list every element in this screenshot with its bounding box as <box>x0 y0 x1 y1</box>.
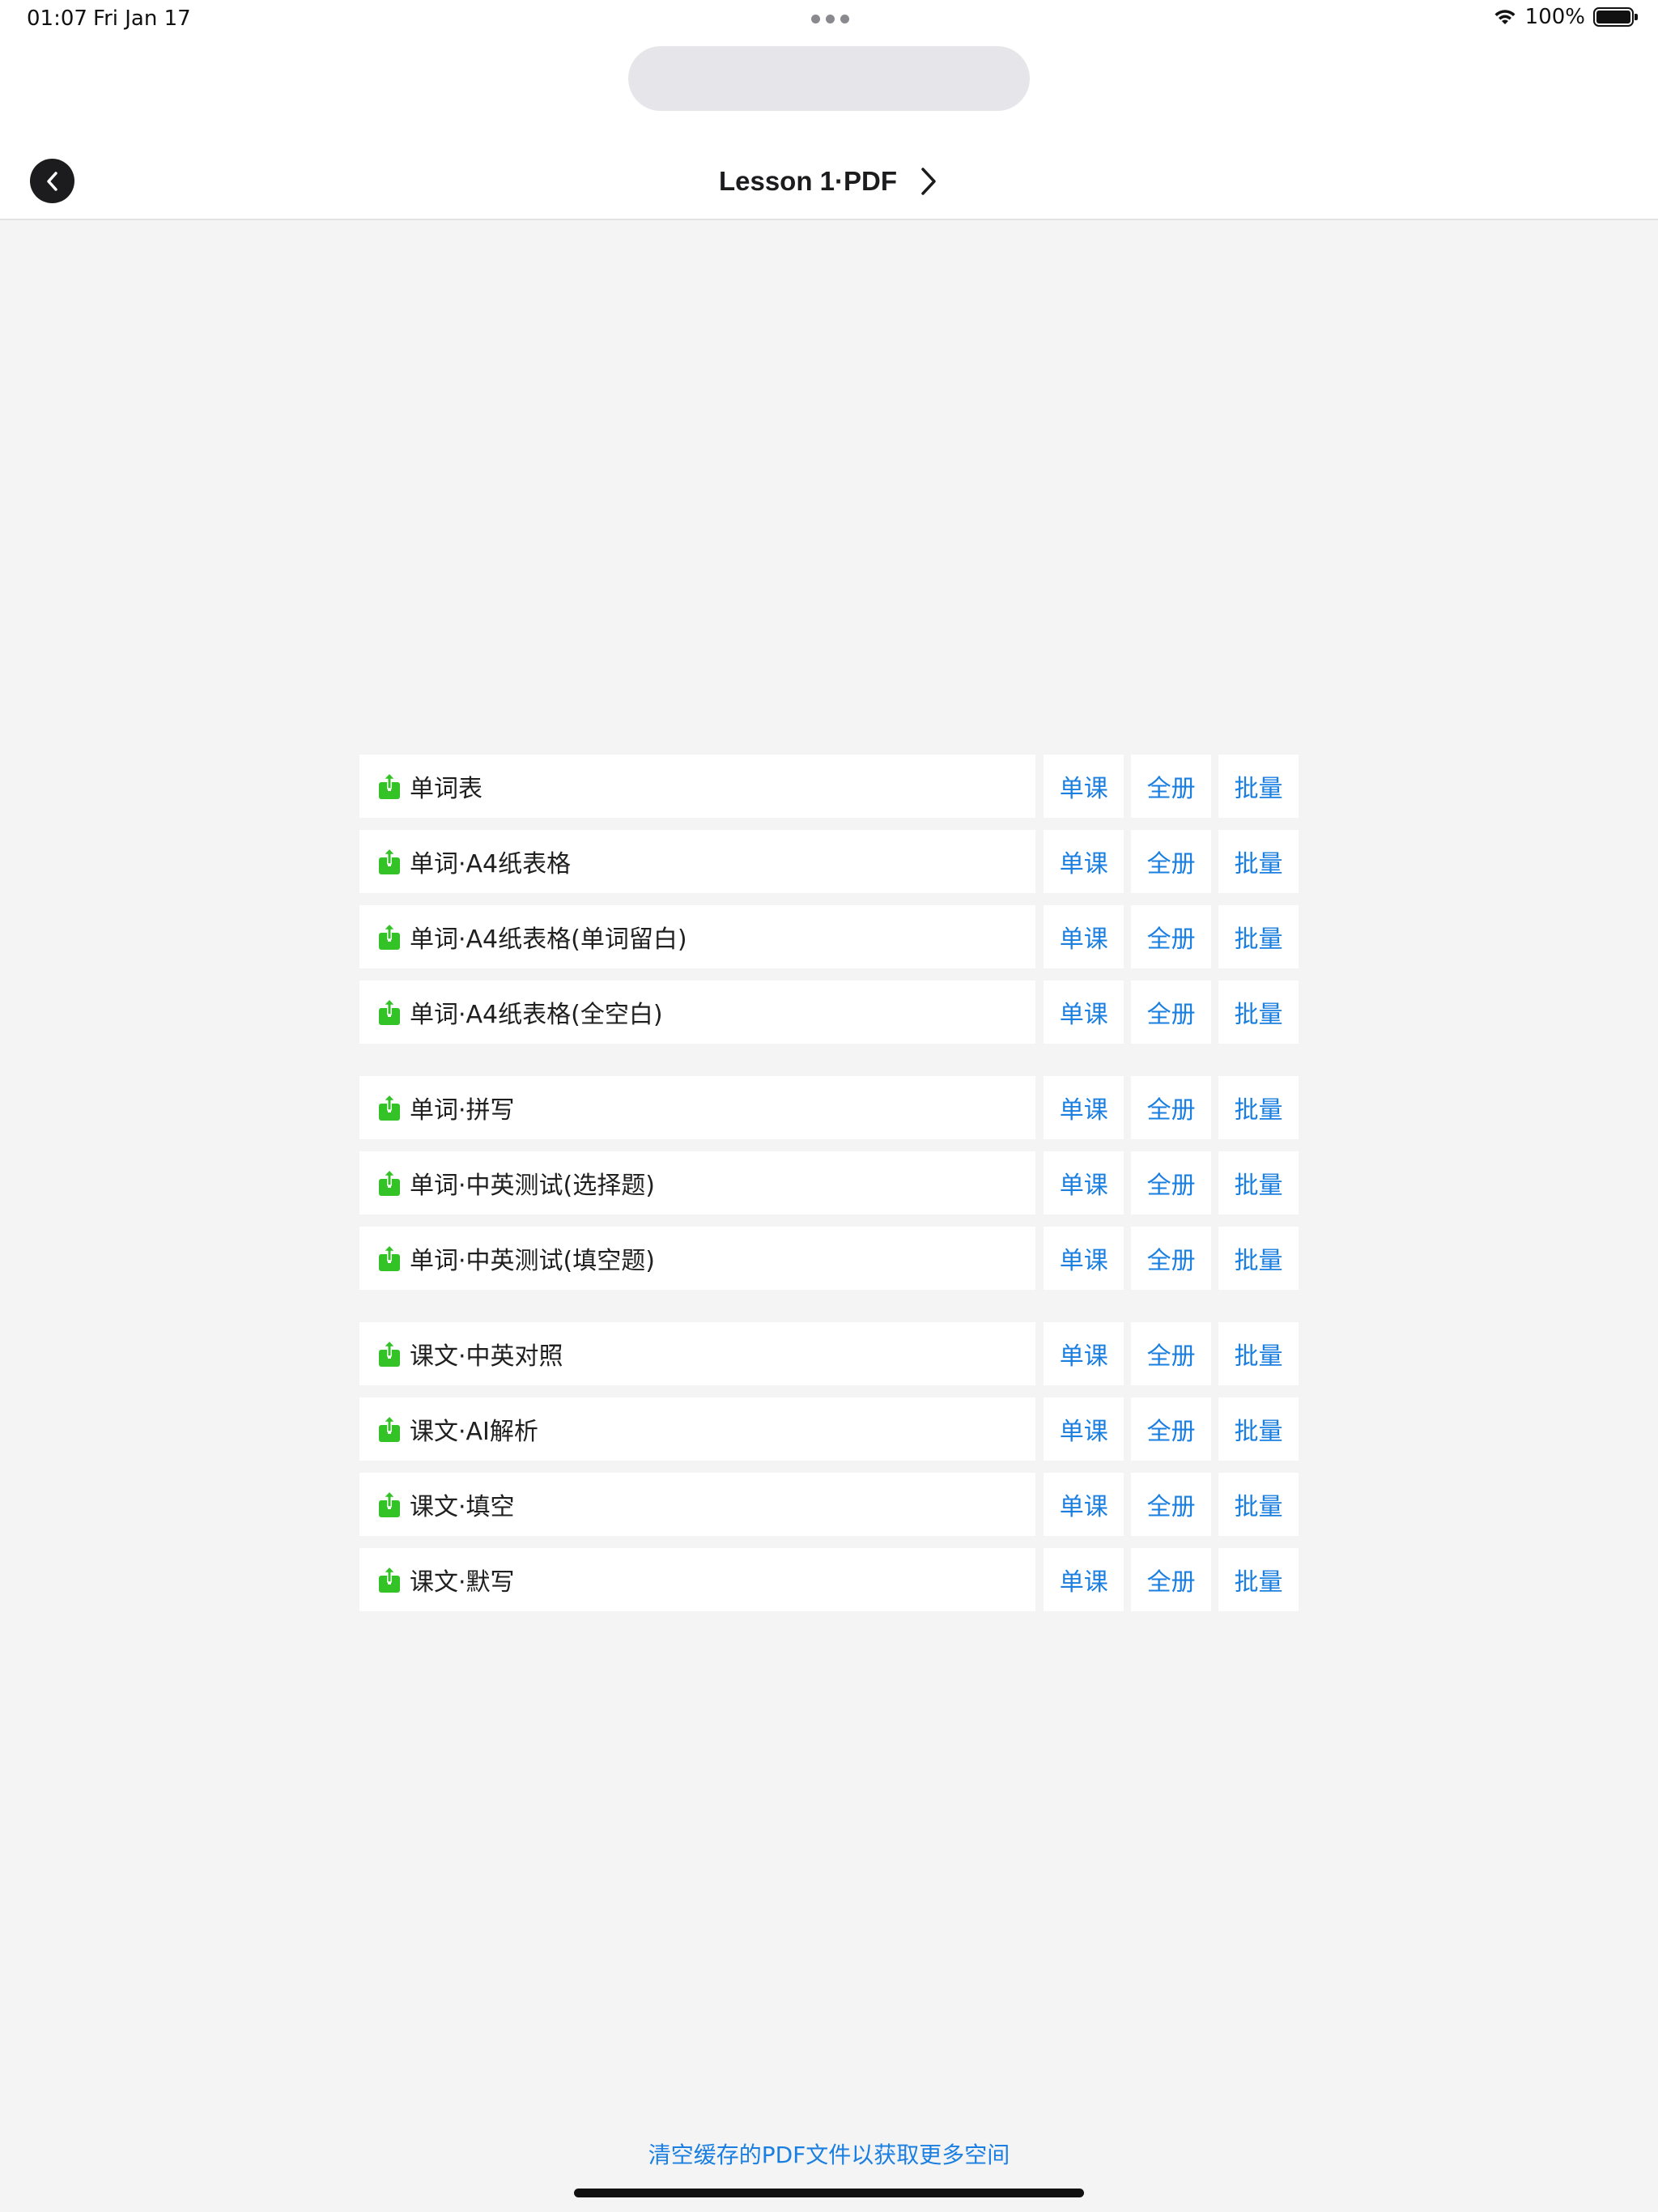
list-item-label: 单词表 <box>410 775 483 803</box>
battery-icon <box>1593 7 1638 27</box>
list-item: 课文·AI解析 单课 全册 批量 <box>359 1397 1299 1461</box>
list-item: 课文·默写 单课 全册 批量 <box>359 1548 1299 1611</box>
single-lesson-button[interactable]: 单课 <box>1044 830 1124 893</box>
whole-book-button[interactable]: 全册 <box>1131 830 1212 893</box>
status-time: 01:07 <box>27 6 87 31</box>
share-upload-icon <box>379 1340 400 1367</box>
share-upload-icon <box>379 1491 400 1517</box>
list-item-share-cell[interactable]: 单词·A4纸表格(全空白) <box>359 981 1036 1044</box>
single-lesson-button[interactable]: 单课 <box>1044 905 1124 968</box>
share-upload-icon <box>379 1094 400 1121</box>
list-item-share-cell[interactable]: 课文·AI解析 <box>359 1397 1036 1461</box>
multitasking-dots-icon[interactable] <box>811 15 849 23</box>
share-upload-icon <box>379 1566 400 1593</box>
list-item: 单词·A4纸表格 单课 全册 批量 <box>359 830 1299 893</box>
pdf-export-list: 单词表 单课 全册 批量 单词·A4纸表格 单课 全册 批量 单词·A4纸表格(单词留白) 单课全… <box>359 755 1299 1623</box>
batch-button[interactable]: 批量 <box>1218 755 1299 818</box>
single-lesson-button[interactable]: 单课 <box>1044 1548 1124 1611</box>
list-item-share-cell[interactable]: 单词·中英测试(填空题) <box>359 1227 1036 1290</box>
list-item-label: 单词·A4纸表格(全空白) <box>410 1001 663 1029</box>
title-button[interactable]: Lesson 1·PDF <box>0 159 1658 204</box>
batch-button[interactable]: 批量 <box>1218 1473 1299 1536</box>
list-item-label: 课文·填空 <box>410 1493 515 1521</box>
list-item: 单词·拼写 单课 全册 批量 <box>359 1076 1299 1139</box>
batch-button[interactable]: 批量 <box>1218 1397 1299 1461</box>
batch-button[interactable]: 批量 <box>1218 1151 1299 1214</box>
single-lesson-button[interactable]: 单课 <box>1044 1473 1124 1536</box>
list-item: 单词表 单课 全册 批量 <box>359 755 1299 818</box>
list-item-label: 单词·A4纸表格 <box>410 850 572 878</box>
whole-book-button[interactable]: 全册 <box>1131 981 1212 1044</box>
status-indicators: 100% <box>1493 5 1638 29</box>
whole-book-button[interactable]: 全册 <box>1131 1397 1212 1461</box>
whole-book-button[interactable]: 全册 <box>1131 1473 1212 1536</box>
batch-button[interactable]: 批量 <box>1218 830 1299 893</box>
search-pill[interactable] <box>628 46 1030 111</box>
single-lesson-button[interactable]: 单课 <box>1044 1076 1124 1139</box>
share-upload-icon <box>379 923 400 950</box>
list-item: 单词·A4纸表格(全空白) 单课 全册 批量 <box>359 981 1299 1044</box>
single-lesson-button[interactable]: 单课 <box>1044 1151 1124 1214</box>
whole-book-button[interactable]: 全册 <box>1131 1322 1212 1385</box>
list-item-label: 单词·拼写 <box>410 1096 515 1125</box>
wifi-icon <box>1494 10 1516 24</box>
batch-button[interactable]: 批量 <box>1218 981 1299 1044</box>
batch-button[interactable]: 批量 <box>1218 1322 1299 1385</box>
single-lesson-button[interactable]: 单课 <box>1044 755 1124 818</box>
single-lesson-button[interactable]: 单课 <box>1044 1397 1124 1461</box>
single-lesson-button[interactable]: 单课 <box>1044 981 1124 1044</box>
list-item: 单词·A4纸表格(单词留白) 单课 全册 批量 <box>359 905 1299 968</box>
list-item-share-cell[interactable]: 单词·拼写 <box>359 1076 1036 1139</box>
share-upload-icon <box>379 998 400 1025</box>
share-upload-icon <box>379 772 400 799</box>
single-lesson-button[interactable]: 单课 <box>1044 1322 1124 1385</box>
whole-book-button[interactable]: 全册 <box>1131 905 1212 968</box>
list-item-label: 课文·默写 <box>410 1568 515 1597</box>
page-title: Lesson 1·PDF <box>718 166 898 196</box>
whole-book-button[interactable]: 全册 <box>1131 1227 1212 1290</box>
chevron-right-icon <box>921 168 936 195</box>
list-item: 课文·中英对照 单课 全册 批量 <box>359 1322 1299 1385</box>
list-item-share-cell[interactable]: 单词·中英测试(选择题) <box>359 1151 1036 1214</box>
list-item-share-cell[interactable]: 课文·默写 <box>359 1548 1036 1611</box>
list-item-share-cell[interactable]: 单词·A4纸表格 <box>359 830 1036 893</box>
share-upload-icon <box>379 1169 400 1196</box>
top-bar: 01:07 Fri Jan 17 100% Lesson 1·PDF <box>0 0 1658 220</box>
list-item-label: 单词·中英测试(填空题) <box>410 1247 655 1275</box>
batch-button[interactable]: 批量 <box>1218 1548 1299 1611</box>
single-lesson-button[interactable]: 单课 <box>1044 1227 1124 1290</box>
home-indicator[interactable] <box>574 2189 1084 2197</box>
list-item-share-cell[interactable]: 课文·填空 <box>359 1473 1036 1536</box>
list-item: 单词·中英测试(填空题) 单课 全册 批量 <box>359 1227 1299 1290</box>
list-item: 课文·填空 单课 全册 批量 <box>359 1473 1299 1536</box>
list-item-share-cell[interactable]: 课文·中英对照 <box>359 1322 1036 1385</box>
list-item-label: 单词·中英测试(选择题) <box>410 1172 655 1200</box>
batch-button[interactable]: 批量 <box>1218 1076 1299 1139</box>
whole-book-button[interactable]: 全册 <box>1131 755 1212 818</box>
list-item-label: 课文·AI解析 <box>410 1418 538 1446</box>
whole-book-button[interactable]: 全册 <box>1131 1548 1212 1611</box>
list-item-label: 单词·A4纸表格(单词留白) <box>410 925 687 954</box>
battery-percent: 100% <box>1524 5 1585 29</box>
batch-button[interactable]: 批量 <box>1218 1227 1299 1290</box>
list-item: 单词·中英测试(选择题) 单课 全册 批量 <box>359 1151 1299 1214</box>
screen: 01:07 Fri Jan 17 100% Lesson 1·PDF 单词表 单… <box>0 0 1658 2212</box>
share-upload-icon <box>379 1244 400 1271</box>
whole-book-button[interactable]: 全册 <box>1131 1151 1212 1214</box>
list-item-share-cell[interactable]: 单词表 <box>359 755 1036 818</box>
whole-book-button[interactable]: 全册 <box>1131 1076 1212 1139</box>
share-upload-icon <box>379 1415 400 1442</box>
share-upload-icon <box>379 848 400 874</box>
batch-button[interactable]: 批量 <box>1218 905 1299 968</box>
list-item-label: 课文·中英对照 <box>410 1342 563 1371</box>
clear-cache-link[interactable]: 清空缓存的PDF文件以获取更多空间 <box>0 2138 1658 2170</box>
status-date: Fri Jan 17 <box>93 6 191 31</box>
list-item-share-cell[interactable]: 单词·A4纸表格(单词留白) <box>359 905 1036 968</box>
